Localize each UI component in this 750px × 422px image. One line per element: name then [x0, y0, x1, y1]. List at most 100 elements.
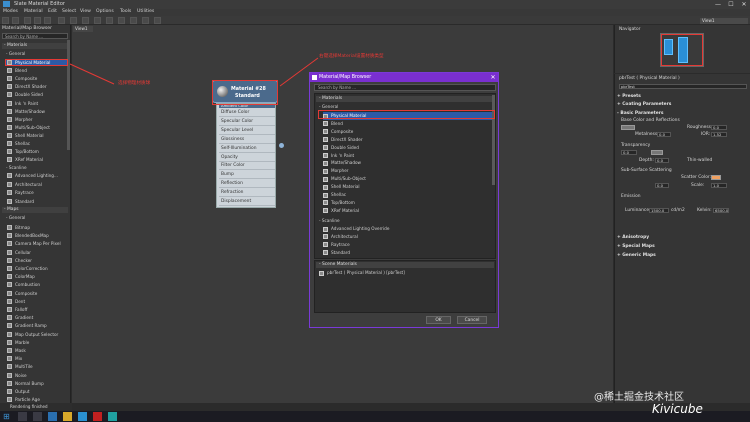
show-background-icon[interactable] [94, 17, 101, 24]
dialog-material-item-6[interactable]: Matte/Shadow [323, 159, 495, 167]
transparency-field[interactable]: 0.0 [621, 150, 637, 155]
node-slot-4[interactable]: Self-Illumination [219, 145, 275, 153]
scale-field[interactable]: 1.0 [711, 183, 727, 188]
left-map-item-11[interactable]: Gradient [6, 314, 68, 321]
move-children-icon[interactable] [44, 17, 51, 24]
left-material-item-1[interactable]: Blend [6, 67, 68, 74]
navigator-view-tab[interactable]: View1 [700, 18, 748, 24]
dialog-material-item-2[interactable]: Composite [323, 128, 495, 136]
edge-icon[interactable] [48, 412, 57, 421]
sss-depth-field[interactable]: 0.0 [655, 183, 669, 188]
left-map-item-17[interactable]: MultiTile [6, 363, 68, 370]
layout-children-icon[interactable] [118, 17, 125, 24]
base-color-swatch[interactable] [621, 125, 635, 130]
left-material-item-12[interactable]: XRef Material [6, 156, 68, 163]
close-button[interactable]: ✕ [738, 0, 750, 9]
left-material-item-6[interactable]: Matte/Shadow [6, 108, 68, 115]
dialog-scanline-item-1[interactable]: Architectural [323, 233, 495, 241]
dialog-scene-item[interactable]: pbrTest ( Physical Material ) [pbrTest] [319, 269, 491, 277]
ok-button[interactable]: OK [426, 316, 451, 324]
dialog-search-input[interactable]: Search by Name ... [314, 84, 496, 91]
show-map-icon[interactable] [82, 17, 89, 24]
left-map-item-5[interactable]: ColorCorrection [6, 265, 68, 272]
dialog-scanline-item-2[interactable]: Raytrace [323, 241, 495, 249]
left-scanline-item-2[interactable]: Raytrace [6, 189, 68, 196]
node-slot-8[interactable]: Reflection [219, 180, 275, 189]
left-map-item-7[interactable]: Combustion [6, 281, 68, 288]
menu-select[interactable]: Select [62, 9, 76, 14]
left-scanline-item-0[interactable]: Advanced Lighting... [6, 172, 68, 179]
navigator-frame[interactable] [661, 34, 703, 66]
thin-walled-checkbox[interactable]: Thin-walled [687, 158, 712, 163]
left-map-item-12[interactable]: Gradient Ramp [6, 322, 68, 329]
hide-unused-icon[interactable] [154, 17, 161, 24]
dialog-scrollbar[interactable] [492, 95, 495, 185]
view-tab[interactable]: View1 [73, 26, 93, 32]
left-material-item-2[interactable]: Composite [6, 75, 68, 82]
left-material-item-8[interactable]: Multi/Sub-Object [6, 124, 68, 131]
dialog-close-icon[interactable]: ✕ [488, 73, 498, 82]
left-map-item-4[interactable]: Checker [6, 257, 68, 264]
navigator-minimap[interactable] [660, 33, 704, 67]
maps-general-group[interactable]: - General [6, 215, 25, 220]
cancel-button[interactable]: Cancel [457, 316, 487, 324]
kelvin-field[interactable]: 6500.0 [713, 208, 729, 213]
node-slot-2[interactable]: Specular Level [219, 127, 275, 135]
left-map-item-20[interactable]: Output [6, 388, 68, 395]
dialog-material-item-3[interactable]: DirectX Shader [323, 136, 495, 144]
left-map-item-6[interactable]: ColorMap [6, 273, 68, 280]
left-material-item-4[interactable]: Double Sided [6, 91, 68, 98]
node-slot-9[interactable]: Refraction [219, 189, 275, 198]
left-material-item-9[interactable]: Shell Material [6, 132, 68, 139]
dialog-material-item-5[interactable]: Ink 'n Paint [323, 152, 495, 160]
explorer-icon[interactable] [63, 412, 72, 421]
browser-search-input[interactable]: Search by Name ... [2, 33, 68, 39]
search-icon[interactable] [18, 412, 27, 421]
left-map-item-13[interactable]: Map Output Selector [6, 331, 68, 338]
general-group[interactable]: - General [6, 51, 25, 56]
coating-rollout[interactable]: + Coating Parameters [617, 102, 749, 108]
left-map-item-3[interactable]: Cellular [6, 249, 68, 256]
left-scanline-item-3[interactable]: Standard [6, 198, 68, 205]
menu-options[interactable]: Options [96, 9, 114, 14]
transparency-color-swatch[interactable] [651, 150, 663, 155]
left-material-item-5[interactable]: Ink 'n Paint [6, 100, 68, 107]
maps-group[interactable]: - Maps [2, 207, 68, 213]
left-map-item-10[interactable]: Falloff [6, 306, 68, 313]
left-map-item-14[interactable]: Marble [6, 339, 68, 346]
material-params-icon[interactable] [130, 17, 137, 24]
material-name-field[interactable]: pbrTest [619, 84, 747, 89]
left-map-item-16[interactable]: Mix [6, 355, 68, 362]
basic-rollout[interactable]: - Basic Parameters [617, 111, 749, 117]
dialog-material-item-9[interactable]: Shell Material [323, 183, 495, 191]
left-map-item-8[interactable]: Composite [6, 290, 68, 297]
left-map-item-0[interactable]: Bitmap [6, 224, 68, 231]
menu-material[interactable]: Material [24, 9, 43, 14]
left-map-item-1[interactable]: BlendedBoxMap [6, 232, 68, 239]
special-maps-rollout[interactable]: + Special Maps [617, 244, 749, 250]
left-map-item-18[interactable]: Noise [6, 372, 68, 379]
pick-tool-icon[interactable] [12, 17, 19, 24]
dialog-materials-group[interactable]: - Materials [316, 96, 494, 102]
layout-icon[interactable] [34, 17, 41, 24]
assign-material-icon[interactable] [58, 17, 65, 24]
left-scanline-item-1[interactable]: Architectural [6, 181, 68, 188]
dialog-material-item-7[interactable]: Morpher [323, 167, 495, 175]
node-output-port[interactable] [279, 143, 284, 148]
depth-field[interactable]: 0.0 [655, 158, 669, 163]
luminance-field[interactable]: 1500.0 [649, 208, 669, 213]
node-toggle-icon[interactable] [142, 17, 149, 24]
dialog-scanline-item-3[interactable]: Standard [323, 249, 495, 257]
dialog-material-item-1[interactable]: Blend [323, 120, 495, 128]
menu-tools[interactable]: Tools [120, 9, 131, 14]
left-map-item-2[interactable]: Camera Map Per Pixel [6, 240, 68, 247]
menu-view[interactable]: View [80, 9, 91, 14]
task-view-icon[interactable] [33, 412, 42, 421]
scatter-color-swatch[interactable] [711, 175, 721, 180]
delete-icon[interactable] [70, 17, 77, 24]
left-map-item-15[interactable]: Mask [6, 347, 68, 354]
node-slot-7[interactable]: Bump [219, 171, 275, 180]
maximize-button[interactable]: ☐ [725, 0, 737, 9]
roughness-field[interactable]: 0.0 [711, 125, 727, 130]
dialog-material-item-11[interactable]: Top/Bottom [323, 199, 495, 207]
